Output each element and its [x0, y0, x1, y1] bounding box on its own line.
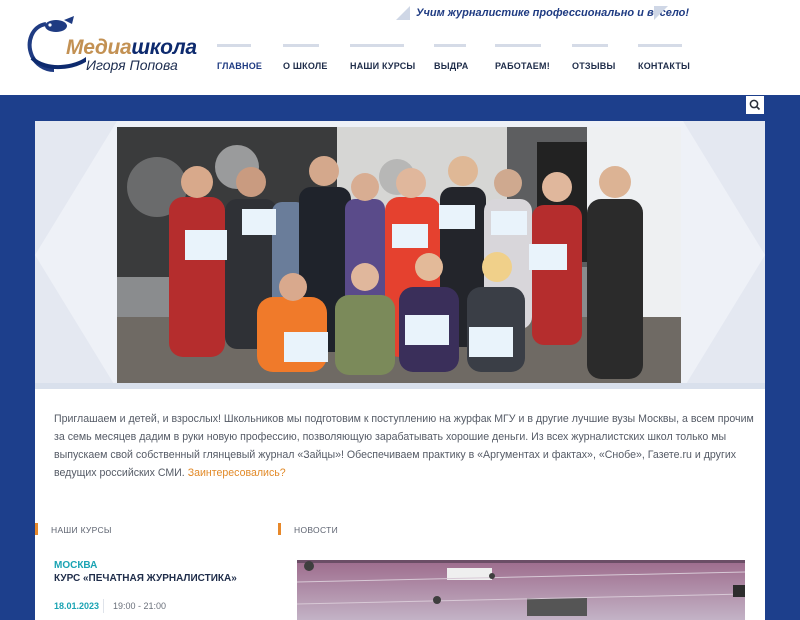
- nav-item-label: КОНТАКТЫ: [638, 61, 691, 71]
- main-nav: ГЛАВНОЕ О ШКОЛЕ НАШИ КУРСЫ ВЫДРА РАБОТАЕ…: [0, 44, 800, 84]
- nav-item-label: РАБОТАЕМ!: [495, 61, 550, 71]
- main-content: Приглашаем и детей, и взрослых! Школьник…: [35, 121, 765, 620]
- intro-paragraph: Приглашаем и детей, и взрослых! Школьник…: [54, 410, 754, 482]
- group-photo-image: [117, 127, 681, 384]
- nav-item-vydra[interactable]: ВЫДРА: [434, 44, 469, 74]
- courses-heading-label: НАШИ КУРСЫ: [51, 525, 112, 535]
- course-title[interactable]: КУРС «ПЕЧАТНАЯ ЖУРНАЛИСТИКА»: [54, 573, 237, 584]
- section-marker: [278, 523, 281, 535]
- course-date-divider: [103, 599, 104, 613]
- nav-item-label: ГЛАВНОЕ: [217, 61, 263, 71]
- search-icon: [749, 99, 761, 111]
- slogan: Учим журналистике профессионально и весе…: [396, 6, 689, 22]
- hero-photo[interactable]: [117, 127, 681, 384]
- course-time: 19:00 - 21:00: [113, 601, 167, 611]
- nav-item-label: О ШКОЛЕ: [283, 61, 328, 71]
- nav-item-reviews[interactable]: ОТЗЫВЫ: [572, 44, 616, 74]
- nav-item-work[interactable]: РАБОТАЕМ!: [495, 44, 550, 74]
- nav-item-main[interactable]: ГЛАВНОЕ: [217, 44, 263, 74]
- nav-item-label: ОТЗЫВЫ: [572, 61, 616, 71]
- section-marker: [35, 523, 38, 535]
- news-image: [297, 560, 745, 620]
- hero-banner: [35, 121, 765, 389]
- slogan-text: Учим журналистике профессионально и весе…: [416, 7, 690, 19]
- search-button[interactable]: [746, 96, 764, 114]
- interested-link[interactable]: Заинтересовались?: [188, 467, 286, 479]
- news-photo[interactable]: [297, 560, 745, 620]
- slogan-right-accent: [654, 6, 668, 20]
- nav-item-about[interactable]: О ШКОЛЕ: [283, 44, 328, 74]
- news-heading-label: НОВОСТИ: [294, 525, 339, 535]
- slogan-left-accent: [396, 6, 410, 20]
- nav-item-courses[interactable]: НАШИ КУРСЫ: [350, 44, 416, 74]
- nav-item-contacts[interactable]: КОНТАКТЫ: [638, 44, 691, 74]
- site-header: Медиашкола Игоря Попова Учим журналистик…: [0, 0, 800, 95]
- course-city[interactable]: МОСКВА: [54, 560, 97, 571]
- intro-text: Приглашаем и детей, и взрослых! Школьник…: [54, 413, 754, 479]
- nav-item-label: ВЫДРА: [434, 61, 469, 71]
- course-date: 18.01.2023: [54, 601, 100, 611]
- nav-item-label: НАШИ КУРСЫ: [350, 61, 416, 71]
- hero-bottom-strip: [35, 383, 765, 389]
